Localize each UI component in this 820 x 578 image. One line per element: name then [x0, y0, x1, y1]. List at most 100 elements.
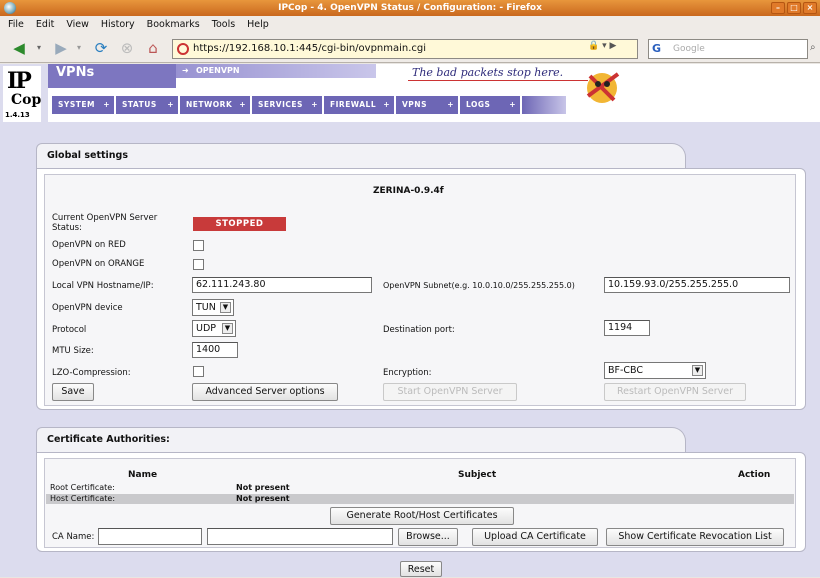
window-controls: – □ × — [771, 2, 817, 14]
table-row: Root Certificate: Not present — [46, 483, 794, 493]
header-banner: VPNs ➜ OPENVPN The bad packets stop here… — [48, 64, 820, 122]
url-text: https://192.168.10.1:445/cgi-bin/ovpnmai… — [193, 43, 427, 54]
menu-tools[interactable]: Tools — [206, 19, 241, 30]
stop-icon[interactable]: ⊗ — [116, 38, 138, 58]
search-icon[interactable]: ⌕ — [810, 42, 816, 53]
menu-edit[interactable]: Edit — [30, 19, 60, 30]
version-label: 1.4.13 — [5, 111, 30, 119]
nav-status[interactable]: STATUS + — [116, 96, 178, 114]
nav-firewall[interactable]: FIREWALL + — [324, 96, 394, 114]
menu-help[interactable]: Help — [241, 19, 275, 30]
window-title: IPCop - 4. OpenVPN Status / Configuratio… — [278, 3, 542, 13]
ca-name-label: CA Name: — [52, 532, 95, 542]
browse-button[interactable]: Browse... — [398, 528, 458, 546]
protocol-label: Protocol — [52, 325, 87, 335]
main-nav: SYSTEM + STATUS + NETWORK + SERVICES + FIREW… — [48, 88, 568, 122]
revocation-list-button[interactable]: Show Certificate Revocation List — [606, 528, 784, 546]
device-select[interactable]: TUN ▼ — [192, 299, 234, 316]
logo-ip: IP — [7, 68, 32, 94]
row-name: Root Certificate: — [50, 483, 115, 492]
row-name: Host Certificate: — [50, 494, 116, 503]
minimize-icon[interactable]: – — [771, 2, 785, 14]
encryption-value: BF-CBC — [608, 365, 644, 376]
row-subject: Not present — [236, 483, 290, 492]
hostname-label: Local VPN Hostname/IP: — [52, 281, 154, 291]
nav-services[interactable]: SERVICES + — [252, 96, 322, 114]
nav-network[interactable]: NETWORK + — [180, 96, 250, 114]
forward-icon[interactable]: ▶ — [50, 38, 72, 58]
search-placeholder: Google — [673, 44, 705, 54]
chevron-down-icon: ▼ — [692, 365, 703, 376]
encryption-select[interactable]: BF-CBC ▼ — [604, 362, 706, 379]
ca-name-input[interactable] — [98, 528, 202, 545]
server-name: ZERINA-0.9.4f — [373, 186, 444, 196]
section-title: VPNs — [48, 64, 176, 88]
chevron-down-icon: ▼ — [220, 302, 231, 313]
url-bar[interactable]: https://192.168.10.1:445/cgi-bin/ovpnmai… — [172, 39, 638, 59]
menu-file[interactable]: File — [2, 19, 30, 30]
protocol-select[interactable]: UDP ▼ — [192, 320, 236, 337]
url-go-icon[interactable]: 🔒 ▾ ▶ — [588, 41, 616, 51]
restart-server-button[interactable]: Restart OpenVPN Server — [604, 383, 746, 401]
nav-system[interactable]: SYSTEM + — [52, 96, 114, 114]
menu-bookmarks[interactable]: Bookmarks — [141, 19, 206, 30]
port-label: Destination port: — [383, 325, 455, 335]
navigation-toolbar: ◀ ▾ ▶ ▾ ⟳ ⊗ ⌂ https://192.168.10.1:445/c… — [0, 33, 820, 63]
start-server-button[interactable]: Start OpenVPN Server — [383, 383, 517, 401]
firefox-icon — [4, 2, 16, 14]
device-label: OpenVPN device — [52, 303, 123, 313]
orange-checkbox[interactable] — [193, 259, 204, 270]
menu-bar: File Edit View History Bookmarks Tools H… — [0, 16, 820, 33]
back-icon[interactable]: ◀ — [6, 38, 32, 58]
mtu-input[interactable]: 1400 — [192, 342, 238, 358]
subnet-label: OpenVPN Subnet(e.g. 10.0.10.0/255.255.25… — [383, 281, 575, 290]
port-input[interactable]: 1194 — [604, 320, 650, 336]
ca-file-input[interactable] — [207, 528, 393, 545]
mascot-icon — [586, 72, 620, 103]
breadcrumb-label: OPENVPN — [196, 66, 240, 75]
upload-ca-button[interactable]: Upload CA Certificate — [472, 528, 598, 546]
mtu-label: MTU Size: — [52, 346, 94, 356]
status-label: Current OpenVPN Server Status: — [52, 213, 158, 233]
global-settings-tab: Global settings — [36, 143, 686, 169]
chevron-down-icon: ▼ — [222, 323, 233, 334]
advanced-options-button[interactable]: Advanced Server options — [192, 383, 338, 401]
home-icon[interactable]: ⌂ — [142, 38, 164, 58]
col-subject-header: Subject — [458, 470, 497, 480]
menu-view[interactable]: View — [60, 19, 95, 30]
breadcrumb: ➜ OPENVPN — [176, 64, 376, 78]
red-label: OpenVPN on RED — [52, 240, 126, 250]
encryption-label: Encryption: — [383, 368, 432, 378]
ipcop-logo: IP Cop 1.4.13 — [3, 66, 41, 122]
device-value: TUN — [196, 302, 216, 313]
logo-cop: Cop — [11, 92, 42, 108]
back-history-icon[interactable]: ▾ — [34, 38, 44, 58]
menu-history[interactable]: History — [95, 19, 141, 30]
maximize-icon[interactable]: □ — [787, 2, 801, 14]
row-subject: Not present — [236, 494, 290, 503]
nav-logs[interactable]: LOGS + — [460, 96, 520, 114]
search-input[interactable]: G Google — [648, 39, 808, 59]
generate-certificates-button[interactable]: Generate Root/Host Certificates — [330, 507, 514, 525]
save-button[interactable]: Save — [52, 383, 94, 401]
close-icon[interactable]: × — [803, 2, 817, 14]
nav-tail — [522, 96, 566, 114]
reset-button[interactable]: Reset — [400, 561, 442, 577]
reload-icon[interactable]: ⟳ — [90, 38, 112, 58]
col-name-header: Name — [128, 470, 158, 480]
forward-history-icon[interactable]: ▾ — [74, 38, 84, 58]
ca-tab: Certificate Authorities: — [36, 427, 686, 453]
subnet-input[interactable]: 10.159.93.0/255.255.255.0 — [604, 277, 790, 293]
lzo-checkbox[interactable] — [193, 366, 204, 377]
lzo-label: LZO-Compression: — [52, 368, 131, 378]
site-identity-icon[interactable] — [177, 43, 189, 55]
arrow-icon: ➜ — [182, 66, 189, 75]
status-badge: STOPPED — [193, 217, 286, 231]
table-row: Host Certificate: Not present — [46, 494, 794, 504]
google-icon[interactable]: G — [652, 42, 661, 56]
hostname-input[interactable]: 62.111.243.80 — [192, 277, 372, 293]
nav-vpns[interactable]: VPNS + — [396, 96, 458, 114]
col-action-header: Action — [738, 470, 771, 480]
orange-label: OpenVPN on ORANGE — [52, 259, 145, 269]
red-checkbox[interactable] — [193, 240, 204, 251]
